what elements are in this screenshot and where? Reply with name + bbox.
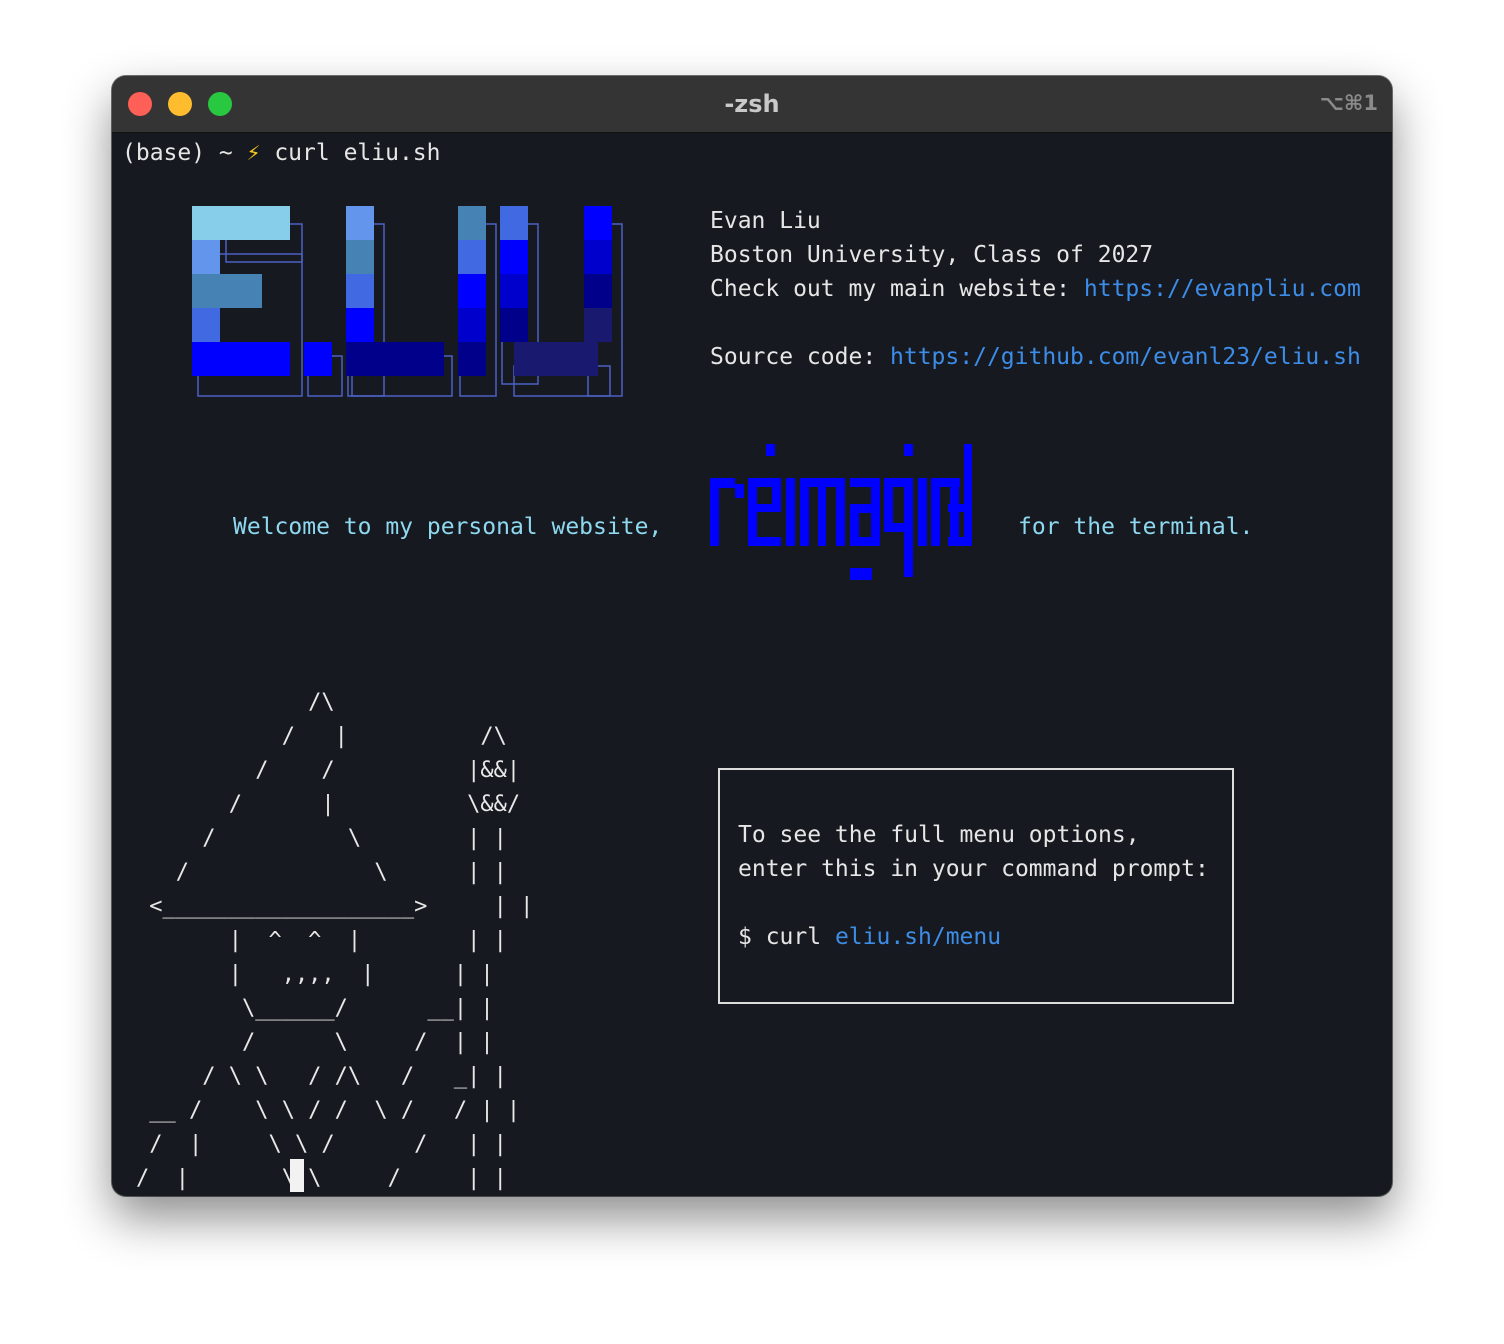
menu-command: $ curl eliu.sh/menu <box>738 920 1001 954</box>
menu-hint-box: To see the full menu options, enter this… <box>718 768 1234 1004</box>
author-name: Evan Liu <box>710 208 821 234</box>
website-line: Check out my main website: https://evanp… <box>710 272 1361 306</box>
website-label: Check out my main website: <box>710 276 1084 302</box>
wizard-ascii-art: /\ / | /\ / / |&&| / | \&&/ / \ | | / \ … <box>136 690 534 1191</box>
title-bar: -zsh ⌥⌘1 <box>112 76 1392 133</box>
welcome-text-after: for the terminal. <box>1018 514 1254 540</box>
terminal-cursor <box>290 1159 304 1192</box>
eliu-pixel-logo <box>192 206 623 397</box>
prompt-prefix: (base) ~ <box>122 140 247 166</box>
menu-hint-line-1: To see the full menu options, <box>738 822 1140 848</box>
logo-blocks <box>192 206 612 376</box>
lightning-bolt-icon: ⚡ <box>246 140 261 166</box>
tab-shortcut: ⌥⌘1 <box>1319 91 1378 115</box>
website-link[interactable]: https://evanpliu.com <box>1084 276 1361 302</box>
source-line: Source code: https://github.com/evanl23/… <box>710 340 1361 374</box>
menu-command-prefix: $ curl <box>738 924 835 950</box>
source-link[interactable]: https://github.com/evanl23/eliu.sh <box>890 344 1361 370</box>
source-label: Source code: <box>710 344 891 370</box>
welcome-text-before: Welcome to my personal website, <box>233 514 663 540</box>
window-title: -zsh <box>724 90 780 118</box>
prompt-line: (base) ~ ⚡ curl eliu.sh <box>122 136 441 170</box>
author-school: Boston University, Class of 2027 <box>710 242 1154 268</box>
menu-link[interactable]: eliu.sh/menu <box>835 924 1001 950</box>
menu-hint-line-2: enter this in your command prompt: <box>738 856 1209 882</box>
reimagined-pixel-word <box>710 444 972 580</box>
prompt-command: curl eliu.sh <box>260 140 441 166</box>
